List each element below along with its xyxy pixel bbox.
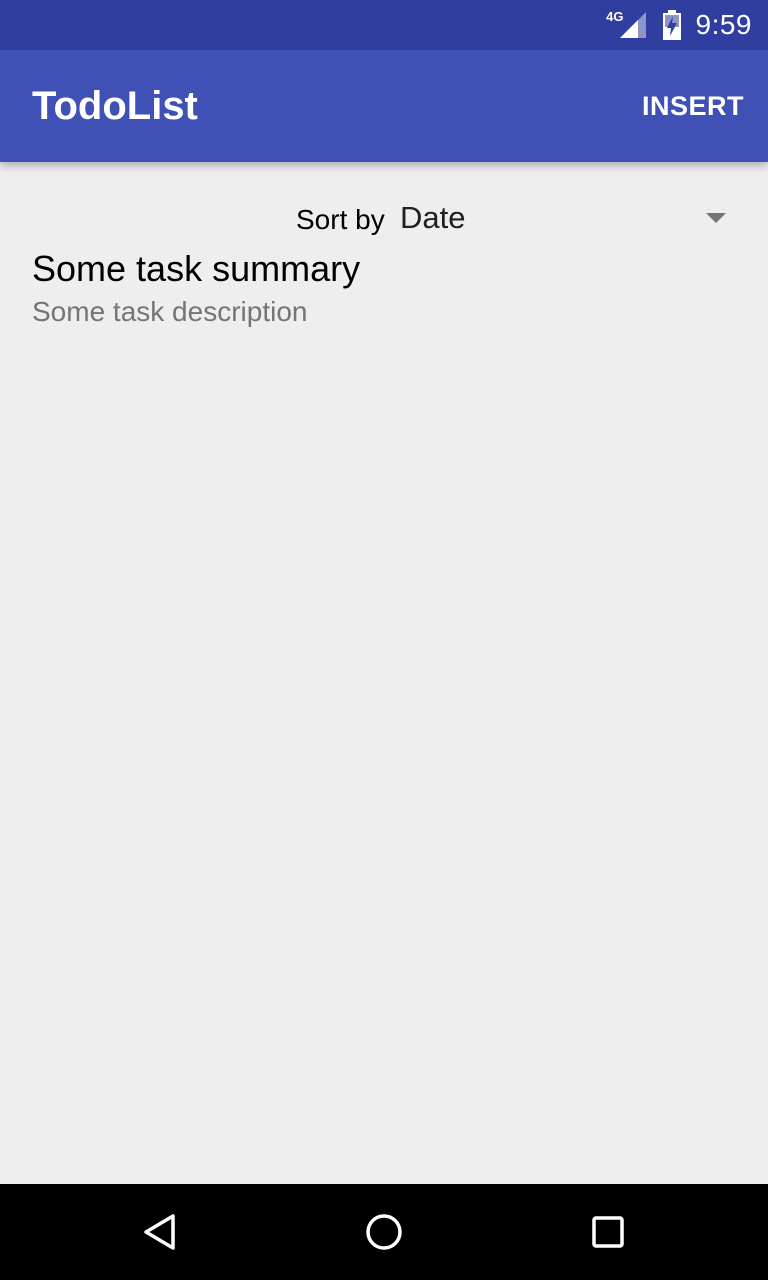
- task-list-item[interactable]: Some task summary Some task description: [0, 246, 768, 336]
- battery-icon: [662, 10, 681, 40]
- sort-selected-value: Date: [400, 200, 466, 235]
- dropdown-arrow-icon: [706, 213, 726, 223]
- status-bar: 4G 9:59: [0, 0, 768, 50]
- sort-row: Sort by Date: [0, 198, 768, 248]
- navigation-bar: [0, 1184, 768, 1280]
- back-icon: [144, 1214, 175, 1250]
- status-icons: 4G 9:59: [606, 0, 752, 50]
- network-type-label: 4G: [606, 8, 624, 24]
- insert-button[interactable]: INSERT: [642, 50, 744, 162]
- status-clock: 9:59: [695, 9, 752, 40]
- app-bar: TodoList INSERT: [0, 50, 768, 162]
- recents-icon: [592, 1216, 624, 1248]
- task-description: Some task description: [32, 296, 308, 327]
- back-button[interactable]: [136, 1208, 184, 1256]
- sort-by-label: Sort by: [296, 204, 385, 235]
- recents-button[interactable]: [584, 1208, 632, 1256]
- task-summary: Some task summary: [32, 248, 361, 289]
- home-icon: [366, 1214, 402, 1250]
- home-button[interactable]: [360, 1208, 408, 1256]
- sort-spinner[interactable]: Date: [392, 198, 744, 244]
- main-content: Sort by Date Some task summary Some task…: [0, 162, 768, 1184]
- app-title: TodoList: [32, 84, 198, 128]
